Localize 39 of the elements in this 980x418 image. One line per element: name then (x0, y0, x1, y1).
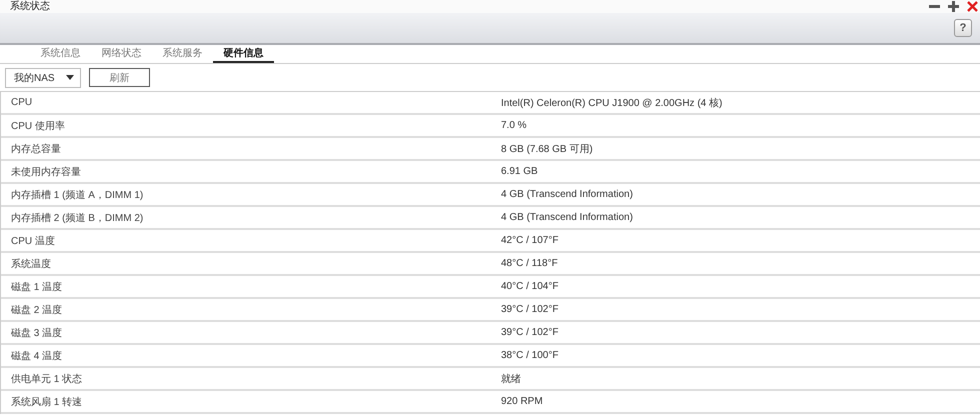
device-dropdown[interactable]: 我的NAS (5, 68, 81, 88)
table-cell-text: 8 GB (7.68 GB 可用) (501, 142, 593, 156)
table-cell-text: 就绪 (501, 372, 521, 386)
table-cell-text: 供电单元 1 状态 (10, 372, 84, 386)
table-cell-text: 系统风扇 1 转速 (10, 396, 84, 408)
table-cell-text: 磁盘 1 温度 (10, 280, 64, 294)
help-button[interactable]: ? (954, 19, 972, 37)
table-cell-text: 内存插槽 1 (频道 A，DIMM 1) (10, 188, 144, 202)
refresh-button[interactable]: 刷新 (89, 68, 150, 87)
table-cell-text: 未使用内存容量 (10, 166, 82, 178)
table-cell: 42°C / 107°F (501, 235, 558, 246)
table-cell: 40°C / 104°F (501, 281, 558, 292)
tab[interactable]: 系统信息 (30, 45, 91, 63)
table-cell-text: 系统温度 (10, 258, 52, 270)
table-cell: 39°C / 102°F (501, 327, 558, 338)
table-cell-text: CPU 使用率 (10, 120, 66, 132)
table-cell-text: CPU 温度 (10, 234, 56, 248)
table-cell-text: 磁盘 3 温度 (10, 326, 64, 340)
table-cell: 39°C / 102°F (501, 304, 558, 315)
caret-icon (66, 75, 74, 80)
table-cell-text: 磁盘 4 温度 (10, 350, 64, 362)
table-cell-text: 内存插槽 2 (频道 B，DIMM 2) (10, 212, 144, 224)
tab[interactable]: 硬件信息 (213, 45, 274, 63)
table-cell-text: Intel(R) Celeron(R) CPU J1900 @ 2.00GHz (4 核) (501, 96, 722, 110)
table-cell: 38°C / 100°F (501, 350, 558, 361)
table-cell: 920 RPM (501, 396, 543, 407)
tab[interactable]: 网络状态 (91, 45, 152, 63)
table-cell: 7.0 % (501, 120, 527, 131)
table-cell: 48°C / 118°F (501, 258, 558, 269)
table-cell-text: CPU (10, 97, 34, 108)
table-cell-text: 内存总容量 (10, 142, 62, 156)
table-cell: 6.91 GB (501, 166, 538, 177)
table-cell: 4 GB (Transcend Information) (501, 189, 633, 200)
tab[interactable]: 系统服务 (152, 45, 213, 63)
close-icon[interactable] (967, 1, 978, 12)
table-cell: 4 GB (Transcend Information) (501, 212, 633, 223)
table-cell-text: 磁盘 2 温度 (10, 304, 64, 316)
window-title: 系统状态 (10, 0, 50, 12)
maximize-icon[interactable] (948, 1, 959, 12)
